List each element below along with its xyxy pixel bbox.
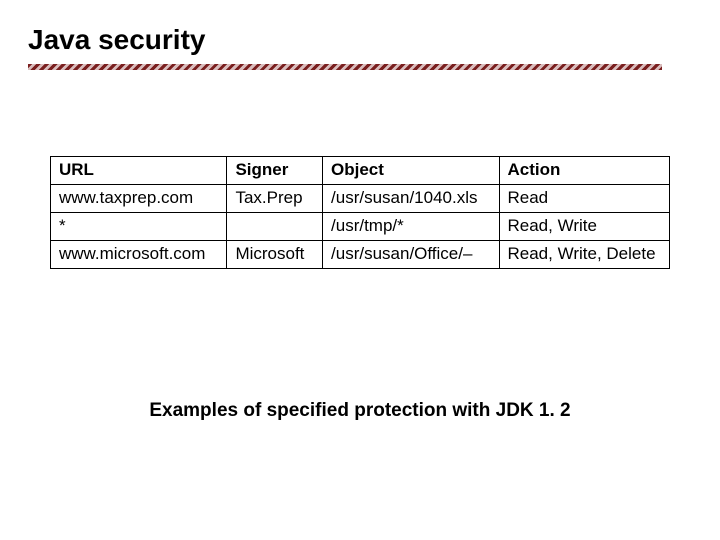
caption: Examples of specified protection with JD… [0,400,720,422]
table-row: www.microsoft.com Microsoft /usr/susan/O… [51,241,670,269]
cell-object: /usr/tmp/* [323,213,499,241]
cell-object: /usr/susan/Office/– [323,241,499,269]
permissions-table: URL Signer Object Action www.taxprep.com… [50,156,670,269]
cell-url: www.taxprep.com [51,185,227,213]
header-signer: Signer [227,157,323,185]
cell-action: Read, Write, Delete [499,241,670,269]
cell-url: www.microsoft.com [51,241,227,269]
cell-signer: Microsoft [227,241,323,269]
cell-url: * [51,213,227,241]
page-title: Java security [28,24,205,56]
header-action: Action [499,157,670,185]
cell-object: /usr/susan/1040.xls [323,185,499,213]
header-object: Object [323,157,499,185]
title-divider [28,64,662,70]
table-header-row: URL Signer Object Action [51,157,670,185]
cell-action: Read, Write [499,213,670,241]
cell-action: Read [499,185,670,213]
table-row: * /usr/tmp/* Read, Write [51,213,670,241]
header-url: URL [51,157,227,185]
cell-signer: Tax.Prep [227,185,323,213]
cell-signer [227,213,323,241]
table-row: www.taxprep.com Tax.Prep /usr/susan/1040… [51,185,670,213]
